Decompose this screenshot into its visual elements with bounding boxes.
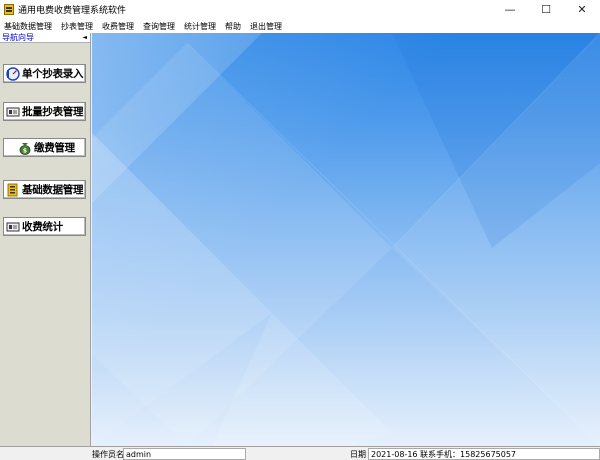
menu-item-exit[interactable]: 退出管理 [250, 21, 282, 32]
close-button[interactable]: ✕ [564, 0, 600, 19]
nav-button-label: 单个抄表录入 [22, 68, 84, 80]
data-sheet-icon [6, 183, 20, 197]
date-label: 日期 [350, 449, 366, 459]
collapse-arrow-icon[interactable]: ◄ [82, 34, 87, 41]
menu-item-basic-data[interactable]: 基础数据管理 [4, 21, 52, 32]
navigation-panel: 导航向导 ◄ 单个抄表录入 批量抄表管理 $ 缴费管理 基础数据管理 收费统计 [0, 33, 91, 446]
main-content-area [92, 33, 600, 446]
device-card-icon [6, 105, 20, 119]
operator-value: admin [123, 448, 246, 460]
menu-item-charging[interactable]: 收费管理 [102, 21, 134, 32]
background-pattern [92, 33, 600, 446]
meter-gauge-icon [6, 66, 20, 81]
title-bar: 通用电费收费管理系统软件 — ☐ ✕ [0, 0, 600, 19]
window-title: 通用电费收费管理系统软件 [18, 6, 127, 16]
nav-title: 导航向导 [2, 33, 34, 42]
window-controls: — ☐ ✕ [492, 0, 600, 19]
menu-item-meter-reading[interactable]: 抄表管理 [61, 21, 93, 32]
date-contact-value: 2021-08-16 联系手机：15825675057 [368, 448, 600, 460]
menu-bar: 基础数据管理 抄表管理 收费管理 查询管理 统计管理 帮助 退出管理 [0, 19, 600, 33]
menu-item-query[interactable]: 查询管理 [143, 21, 175, 32]
charge-statistics-button[interactable]: 收费统计 [3, 217, 86, 236]
operator-label: 操作员名 [92, 449, 124, 459]
minimize-button[interactable]: — [492, 0, 528, 19]
nav-button-label: 收费统计 [22, 221, 63, 233]
status-bar: 操作员名 admin 日期 2021-08-16 联系手机：1582567505… [0, 446, 600, 460]
app-icon [4, 4, 14, 15]
payment-management-button[interactable]: $ 缴费管理 [3, 138, 86, 157]
nav-button-label: 基础数据管理 [22, 184, 84, 196]
nav-header: 导航向导 ◄ [0, 33, 90, 43]
nav-button-label: 缴费管理 [34, 142, 75, 154]
basic-data-management-button[interactable]: 基础数据管理 [3, 180, 86, 199]
nav-button-label: 批量抄表管理 [22, 106, 84, 118]
single-meter-entry-button[interactable]: 单个抄表录入 [3, 64, 86, 83]
svg-text:$: $ [23, 147, 27, 154]
money-bag-icon: $ [18, 141, 32, 155]
menu-item-help[interactable]: 帮助 [225, 21, 241, 32]
device-card-icon [6, 220, 20, 234]
menu-item-statistics[interactable]: 统计管理 [184, 21, 216, 32]
batch-meter-management-button[interactable]: 批量抄表管理 [3, 102, 86, 121]
maximize-button[interactable]: ☐ [528, 0, 564, 19]
